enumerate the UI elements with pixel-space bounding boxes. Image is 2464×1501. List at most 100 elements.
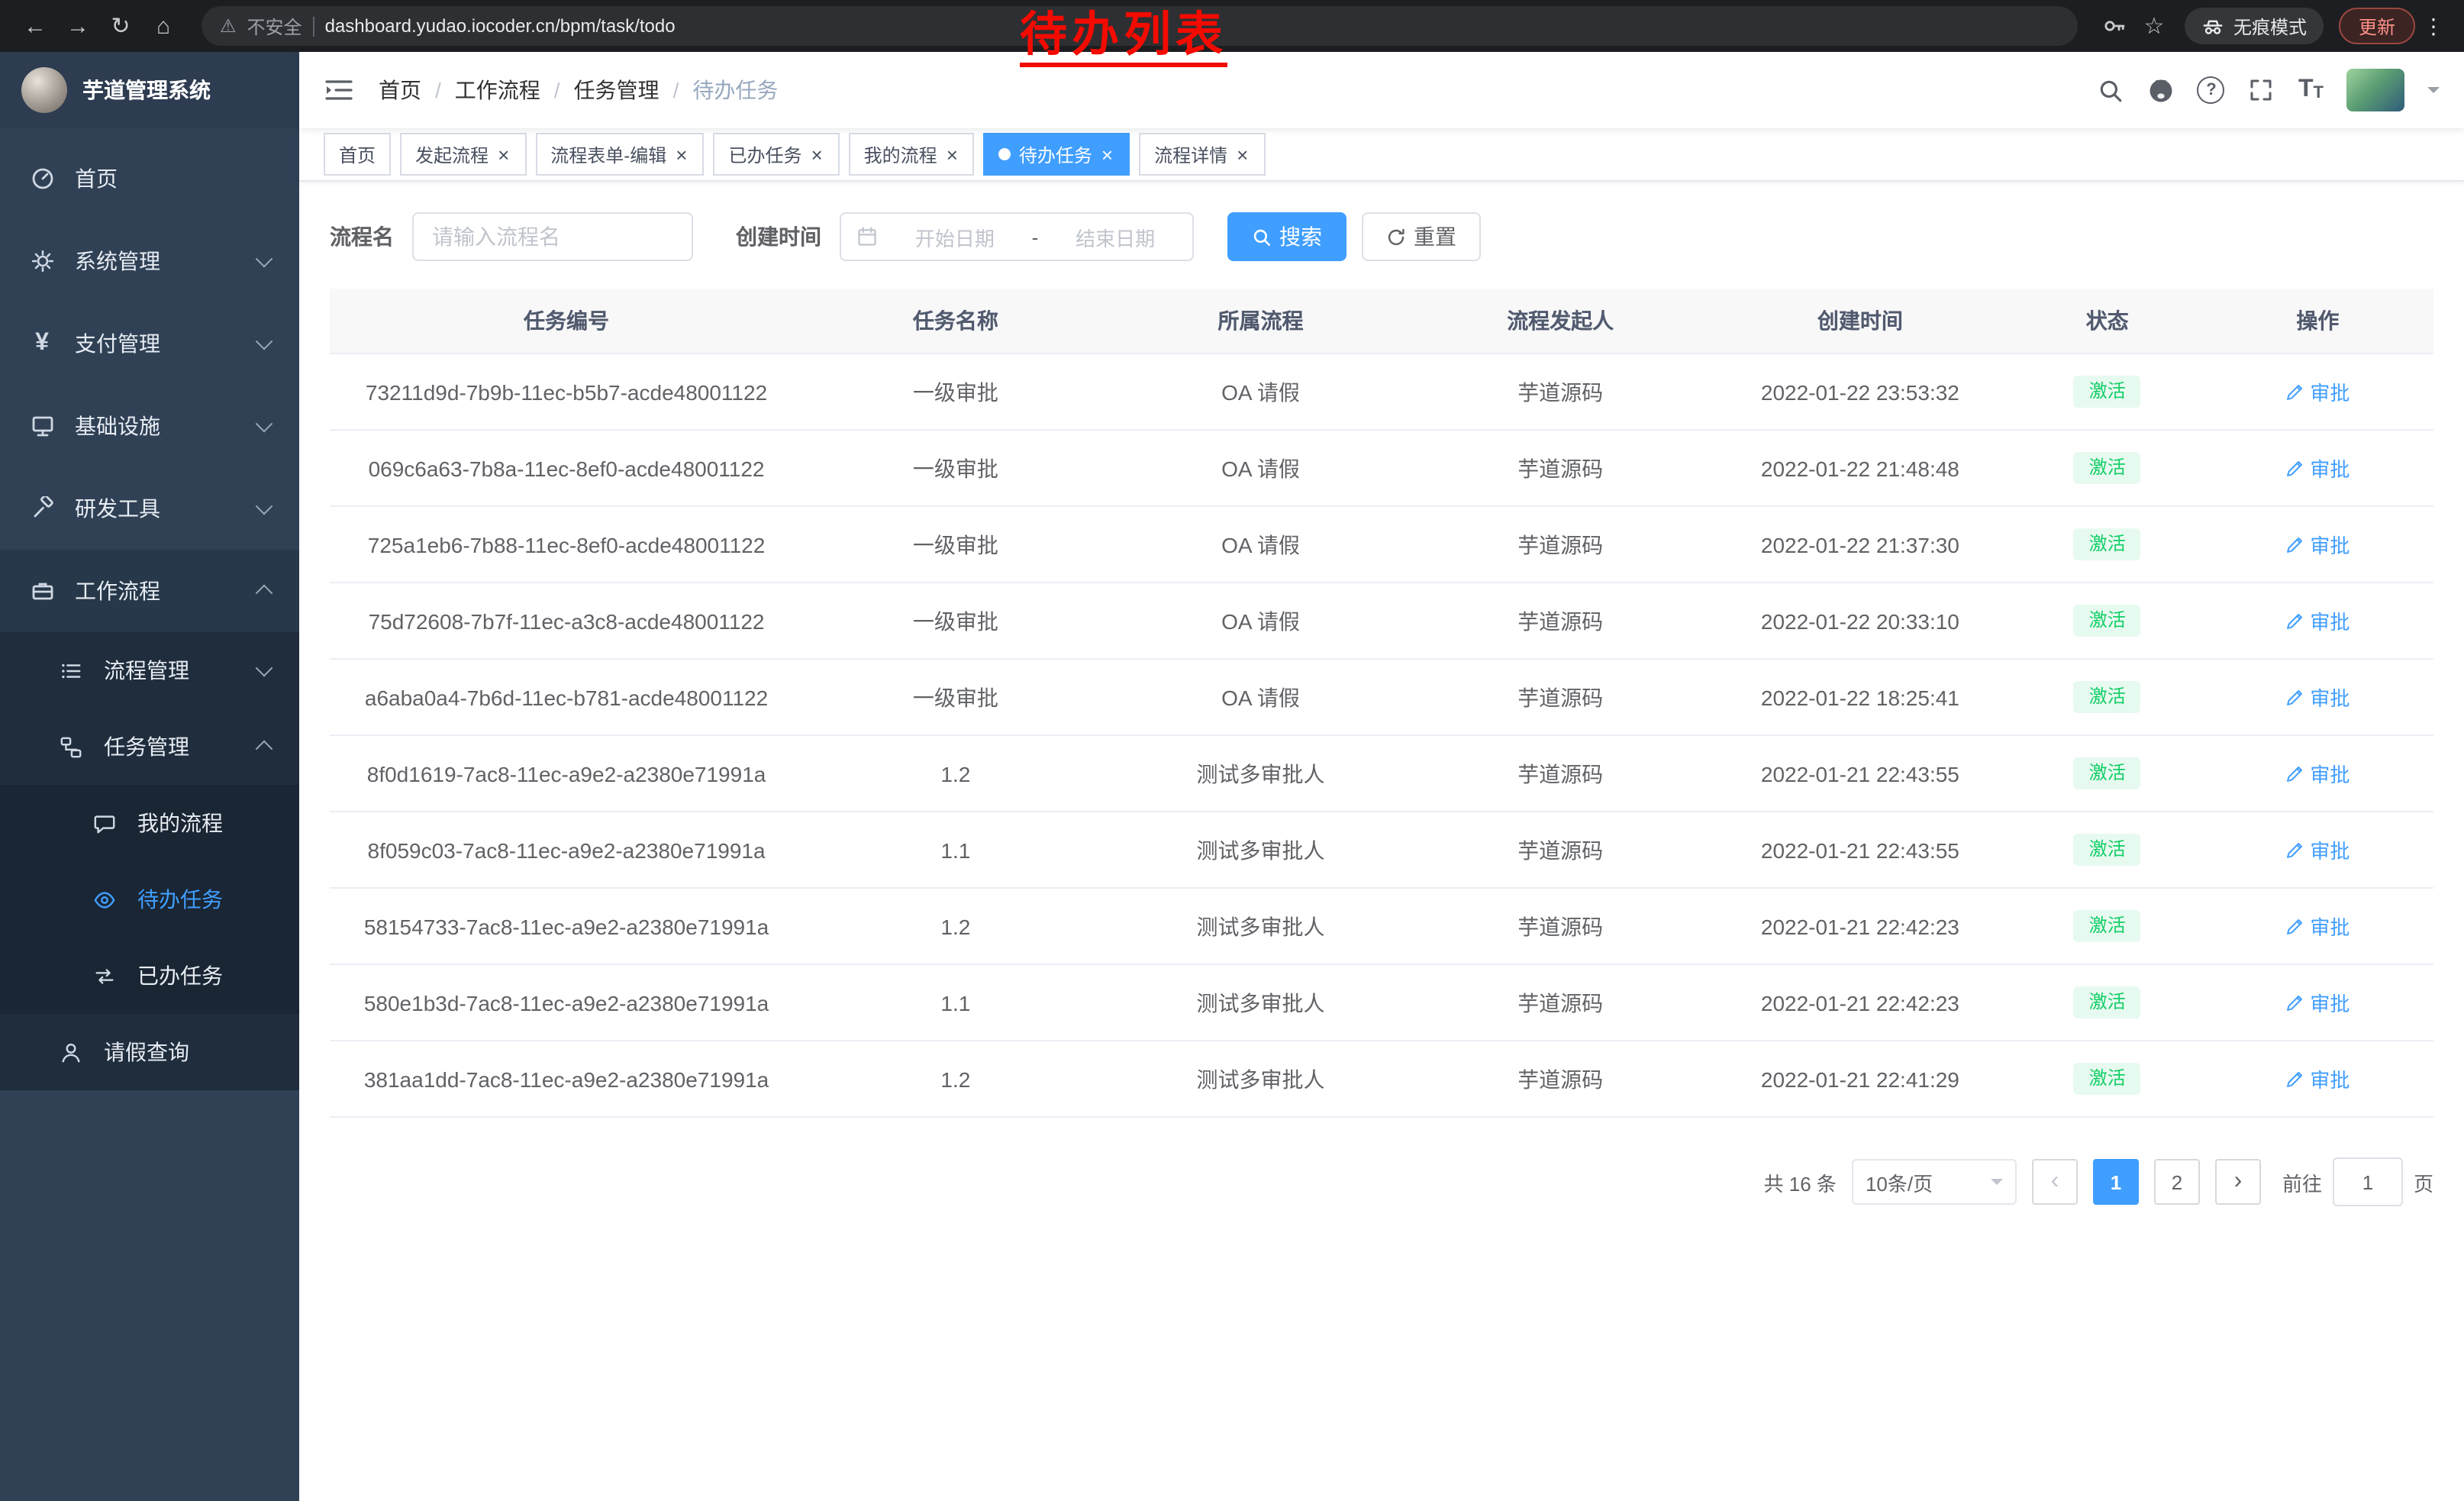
breadcrumb-separator: / <box>554 78 560 102</box>
sidebar-item-todo-tasks[interactable]: 待办任务 <box>0 861 299 938</box>
back-icon[interactable]: ← <box>15 6 55 46</box>
close-icon[interactable]: × <box>1235 144 1250 164</box>
tab-done-tasks[interactable]: 已办任务 × <box>713 133 839 176</box>
help-icon[interactable]: ? <box>2198 76 2225 104</box>
close-icon[interactable]: × <box>496 144 511 164</box>
cell-status: 激活 <box>2013 812 2202 888</box>
approve-link[interactable]: 审批 <box>2285 454 2350 483</box>
next-page-button[interactable]: › <box>2215 1159 2261 1205</box>
page-button-1[interactable]: 1 <box>2093 1159 2139 1205</box>
approve-link[interactable]: 审批 <box>2285 683 2350 712</box>
sidebar-item-label: 我的流程 <box>137 808 270 838</box>
tab-start-process[interactable]: 发起流程 × <box>400 133 526 176</box>
search-icon[interactable] <box>2097 76 2124 104</box>
cell-task-id: 73211d9d-7b9b-11ec-b5b7-acde48001122 <box>330 353 803 430</box>
key-icon[interactable] <box>2096 8 2133 44</box>
incognito-icon <box>2201 15 2224 37</box>
breadcrumb-separator: / <box>673 78 679 102</box>
breadcrumb-item[interactable]: 任务管理 <box>574 75 660 105</box>
sidebar-item-home[interactable]: 首页 <box>0 137 299 220</box>
cell-actions: 审批 <box>2202 659 2433 735</box>
chevron-down-icon[interactable] <box>2427 87 2440 99</box>
tab-form-edit[interactable]: 流程表单-编辑 × <box>535 133 704 176</box>
cell-create-time: 2022-01-21 22:41:29 <box>1708 1041 2013 1117</box>
approve-link[interactable]: 审批 <box>2285 606 2350 635</box>
col-status: 状态 <box>2013 289 2202 353</box>
sidebar-item-payment[interactable]: ¥ 支付管理 <box>0 302 299 385</box>
close-icon[interactable]: × <box>809 144 824 164</box>
end-date-placeholder: 结束日期 <box>1053 222 1177 251</box>
approve-link[interactable]: 审批 <box>2285 835 2350 864</box>
approve-link[interactable]: 审批 <box>2285 759 2350 788</box>
tab-label: 已办任务 <box>728 141 801 167</box>
sidebar-item-devtools[interactable]: 研发工具 <box>0 467 299 550</box>
tab-process-detail[interactable]: 流程详情 × <box>1139 133 1265 176</box>
todo-table: 任务编号 任务名称 所属流程 流程发起人 创建时间 状态 操作 73211d9d… <box>330 289 2433 1118</box>
logo[interactable]: 芋道管理系统 <box>0 52 299 128</box>
collapse-sidebar-icon[interactable] <box>324 75 354 105</box>
reset-button[interactable]: 重置 <box>1362 212 1481 261</box>
approve-label: 审批 <box>2310 1064 2350 1093</box>
update-button[interactable]: 更新 <box>2339 8 2415 44</box>
approve-link[interactable]: 审批 <box>2285 912 2350 941</box>
cell-status: 激活 <box>2013 506 2202 583</box>
browser-menu-icon[interactable]: ⋮ <box>2418 13 2449 39</box>
hammer-icon <box>29 495 55 521</box>
close-icon[interactable]: × <box>674 144 689 164</box>
star-icon[interactable]: ☆ <box>2136 8 2172 44</box>
chevron-down-icon <box>1991 1179 2003 1191</box>
approve-label: 审批 <box>2310 683 2350 712</box>
sidebar-item-done-tasks[interactable]: 已办任务 <box>0 938 299 1014</box>
cell-create-time: 2022-01-21 22:43:55 <box>1708 812 2013 888</box>
security-label[interactable]: 不安全 <box>247 13 302 39</box>
chevron-down-icon <box>256 333 273 350</box>
chevron-down-icon <box>256 498 273 515</box>
tab-my-process[interactable]: 我的流程 × <box>849 133 975 176</box>
reload-icon[interactable]: ↻ <box>101 6 140 46</box>
cell-process: OA 请假 <box>1108 430 1414 506</box>
prev-page-button[interactable]: ‹ <box>2032 1159 2078 1205</box>
close-icon[interactable]: × <box>1100 144 1114 164</box>
cell-task-id: 58154733-7ac8-11ec-a9e2-a2380e71991a <box>330 888 803 964</box>
forward-icon[interactable]: → <box>58 6 98 46</box>
breadcrumb-item[interactable]: 首页 <box>379 75 421 105</box>
date-range-picker[interactable]: 开始日期 - 结束日期 <box>840 212 1194 261</box>
cell-status: 激活 <box>2013 735 2202 812</box>
table-row: 73211d9d-7b9b-11ec-b5b7-acde48001122 一级审… <box>330 353 2433 430</box>
sidebar-item-task-management[interactable]: 任务管理 <box>0 709 299 785</box>
cell-process: OA 请假 <box>1108 659 1414 735</box>
sidebar-item-my-process[interactable]: 我的流程 <box>0 785 299 861</box>
avatar[interactable] <box>2346 69 2404 111</box>
approve-link[interactable]: 审批 <box>2285 988 2350 1017</box>
topbar-actions: ? TT <box>2097 69 2440 111</box>
home-icon[interactable]: ⌂ <box>144 6 183 46</box>
approve-link[interactable]: 审批 <box>2285 530 2350 559</box>
sidebar-item-label: 支付管理 <box>75 328 238 359</box>
sidebar-item-leave-query[interactable]: 请假查询 <box>0 1014 299 1090</box>
font-size-icon[interactable]: TT <box>2298 78 2324 102</box>
page-size-select[interactable]: 10条/页 <box>1852 1159 2017 1205</box>
tab-todo-tasks[interactable]: 待办任务 × <box>984 133 1130 176</box>
sidebar-item-workflow[interactable]: 工作流程 <box>0 550 299 632</box>
process-name-input[interactable] <box>412 212 693 261</box>
breadcrumb-item[interactable]: 工作流程 <box>455 75 540 105</box>
col-task-name: 任务名称 <box>803 289 1108 353</box>
page-button-2[interactable]: 2 <box>2154 1159 2200 1205</box>
goto-page: 前往 页 <box>2282 1157 2433 1206</box>
approve-link[interactable]: 审批 <box>2285 377 2350 406</box>
close-icon[interactable]: × <box>945 144 959 164</box>
fullscreen-icon[interactable] <box>2248 76 2275 104</box>
goto-page-input[interactable] <box>2333 1157 2403 1206</box>
search-button[interactable]: 搜索 <box>1227 212 1346 261</box>
sidebar-item-infrastructure[interactable]: 基础设施 <box>0 385 299 467</box>
approve-label: 审批 <box>2310 530 2350 559</box>
flow-icon <box>58 734 84 760</box>
sidebar-item-process-management[interactable]: 流程管理 <box>0 632 299 709</box>
cell-task-name: 一级审批 <box>803 583 1108 659</box>
approve-link[interactable]: 审批 <box>2285 1064 2350 1093</box>
tab-home[interactable]: 首页 <box>324 133 391 176</box>
github-icon[interactable] <box>2147 76 2175 104</box>
sidebar-item-system[interactable]: 系统管理 <box>0 220 299 302</box>
cell-process: 测试多审批人 <box>1108 735 1414 812</box>
range-separator: - <box>1032 225 1039 248</box>
